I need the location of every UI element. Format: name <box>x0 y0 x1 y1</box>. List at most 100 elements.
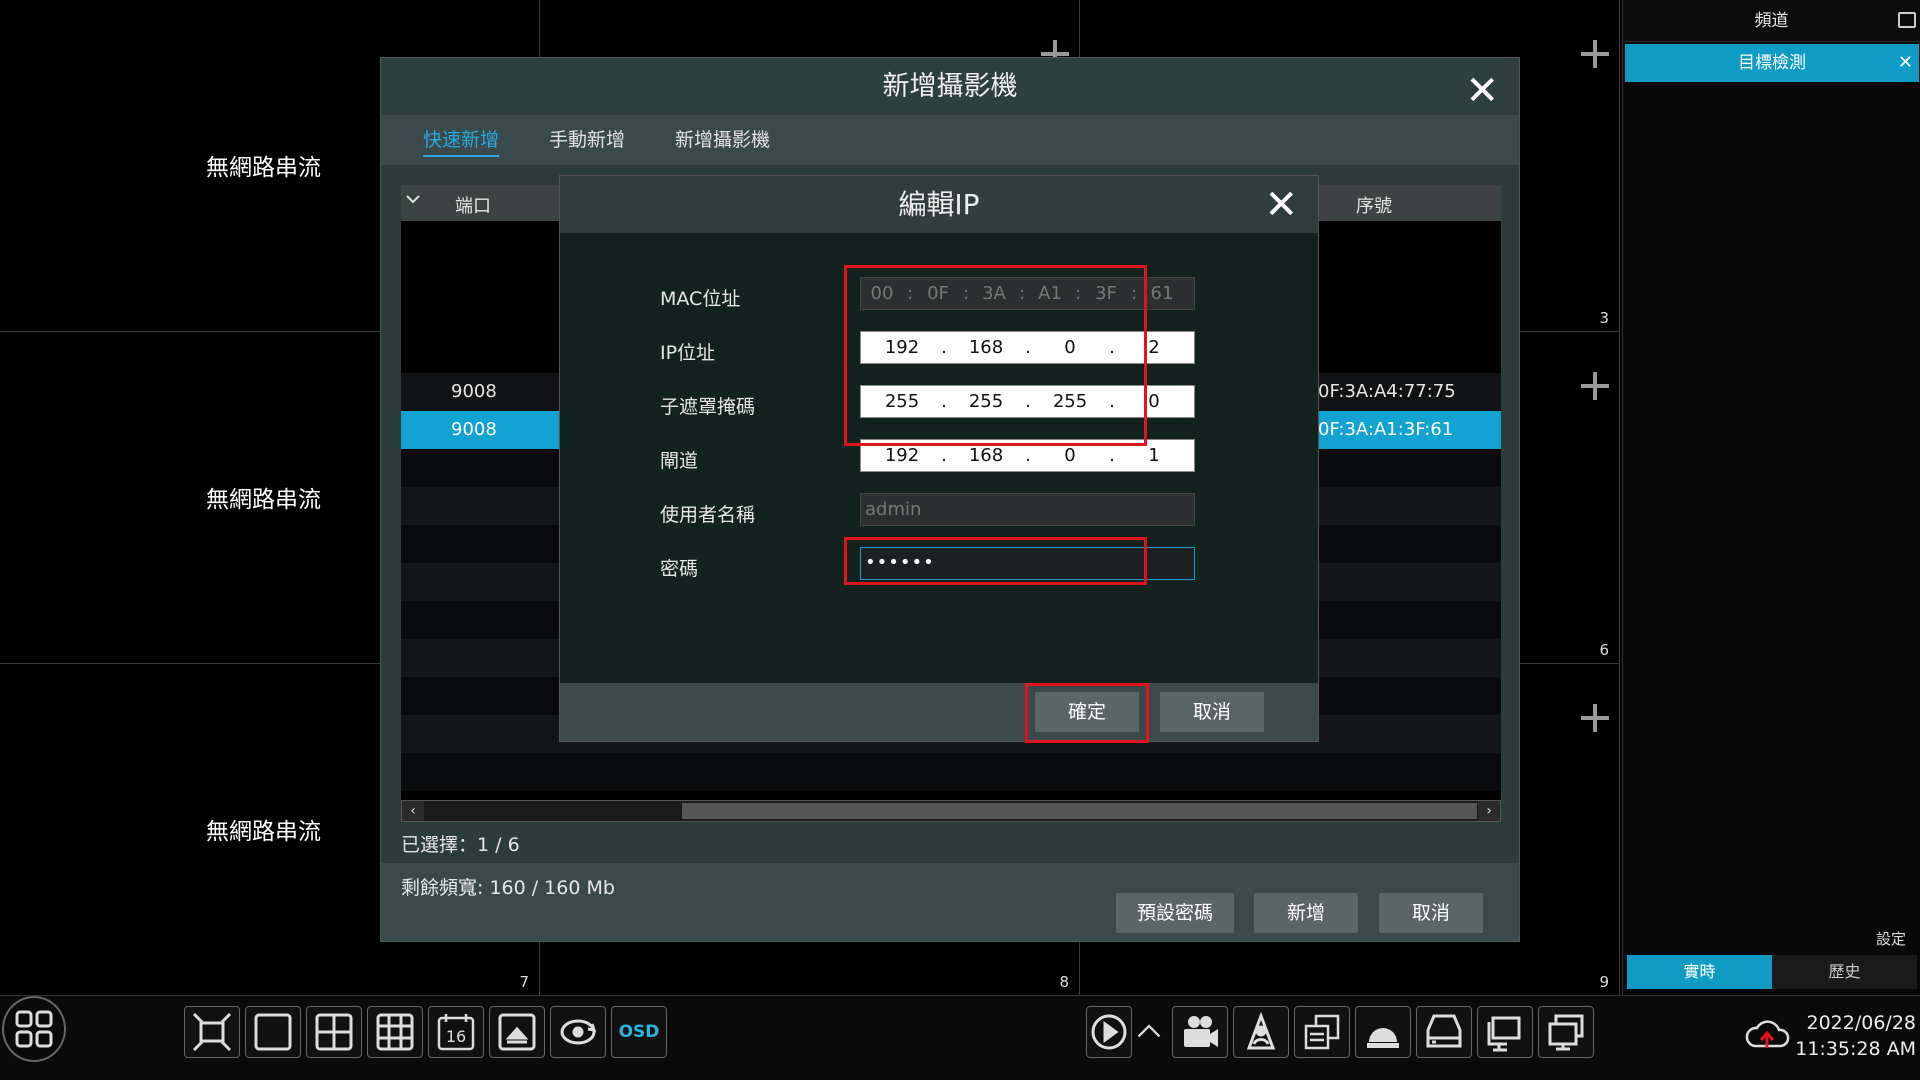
ip-label: IP位址 <box>660 342 716 364</box>
fullscreen-button[interactable] <box>184 1006 240 1058</box>
layout-1-button[interactable] <box>245 1006 301 1058</box>
disk-button[interactable] <box>1416 1006 1472 1058</box>
column-header-serial[interactable]: 序號 <box>1356 192 1392 218</box>
add-button[interactable]: 新增 <box>1254 893 1358 933</box>
gateway-label: 閘道 <box>660 450 699 472</box>
fullscreen-icon <box>192 1012 232 1052</box>
realtime-button[interactable]: 實時 <box>1627 955 1772 989</box>
chevron-up-icon <box>1137 1024 1161 1038</box>
channel-number: 7 <box>519 973 529 991</box>
cancel-button[interactable]: 取消 <box>1160 692 1264 732</box>
close-icon[interactable]: ✕ <box>1898 44 1913 82</box>
highlight-password-field <box>844 537 1147 585</box>
ip-separator: . <box>1109 445 1115 466</box>
horizontal-scrollbar[interactable]: ‹ › <box>401 800 1501 822</box>
time-text: 11:35:28 AM <box>1795 1038 1916 1060</box>
osd-button[interactable]: OSD <box>611 1006 667 1058</box>
row-mac: 0F:3A:A1:3F:61 <box>1318 419 1454 440</box>
highlight-network-fields <box>844 265 1147 446</box>
mac-label: MAC位址 <box>660 288 741 310</box>
gateway-segment[interactable]: 192 <box>867 445 937 466</box>
subnet-mask-label: 子遮罩掩碼 <box>660 396 756 418</box>
ip-separator: . <box>1025 445 1031 466</box>
layout-sixteen-icon: 16 <box>437 1014 475 1051</box>
mode-switch: 實時 歷史 <box>1627 955 1917 989</box>
bandwidth-text: 剩餘頻寬: 160 / 160 Mb <box>401 877 615 899</box>
cancel-button[interactable]: 取消 <box>1379 893 1483 933</box>
tab-target-detection[interactable]: 目標檢測 ✕ <box>1625 44 1919 82</box>
event-list-button[interactable] <box>1294 1006 1350 1058</box>
dome-light-icon <box>1367 1028 1399 1048</box>
tab-add-camera[interactable]: 新增攝影機 <box>675 115 770 165</box>
history-button[interactable]: 歷史 <box>1772 955 1917 989</box>
screens-icon <box>1304 1014 1340 1050</box>
add-camera-plus-icon[interactable] <box>1581 40 1609 68</box>
pip-button[interactable] <box>489 1006 545 1058</box>
selected-count: 已選擇：1 / 6 <box>401 834 520 856</box>
dialog-title: 新增攝影機 <box>381 58 1519 115</box>
expand-button[interactable] <box>1134 1006 1164 1058</box>
modal-footer: 確定 取消 <box>560 683 1318 741</box>
cloud-upload-icon[interactable] <box>1743 1014 1791 1054</box>
username-field: admin <box>860 493 1195 526</box>
gateway-segment[interactable]: 0 <box>1035 445 1105 466</box>
monitor-icon <box>1548 1014 1584 1051</box>
layout-16-button[interactable]: 16 <box>428 1006 484 1058</box>
layout-4-button[interactable] <box>306 1006 362 1058</box>
username-label: 使用者名稱 <box>660 504 756 526</box>
dialog-tabs: 快速新增 手動新增 新增攝影機 <box>381 115 1519 165</box>
dialog-footer: 剩餘頻寬: 160 / 160 Mb 預設密碼 新增 取消 <box>381 863 1519 941</box>
close-icon[interactable]: ✕ <box>1264 182 1298 228</box>
sequence-button[interactable] <box>550 1006 606 1058</box>
layout-quad-icon <box>315 1013 353 1051</box>
exit-icon[interactable] <box>1898 12 1916 28</box>
picture-in-picture-icon <box>498 1013 536 1051</box>
channel-number: 6 <box>1599 641 1609 659</box>
network-button[interactable] <box>1477 1006 1533 1058</box>
add-camera-plus-icon[interactable] <box>1581 704 1609 732</box>
scroll-right-icon[interactable]: › <box>1478 801 1500 821</box>
tab-quick-add[interactable]: 快速新增 <box>423 115 500 157</box>
grid-menu-icon <box>15 1010 53 1048</box>
modal-title: 編輯IP <box>560 176 1318 233</box>
bottom-toolbar: 16 OSD 2022/06/28 11:35:28 AM <box>0 995 1920 1080</box>
gateway-segment[interactable]: 168 <box>951 445 1021 466</box>
scrollbar-thumb[interactable] <box>682 803 1477 819</box>
row-port: 9008 <box>451 419 497 440</box>
alarm-button[interactable] <box>1233 1006 1289 1058</box>
channel-panel-header: 頻道 <box>1623 0 1920 42</box>
gateway-segment[interactable]: 1 <box>1119 445 1189 466</box>
add-camera-plus-icon[interactable] <box>1581 372 1609 400</box>
monitor-button[interactable] <box>1538 1006 1594 1058</box>
no-stream-label: 無網路串流 <box>206 819 321 845</box>
layout-9-button[interactable] <box>367 1006 423 1058</box>
camera-record-button[interactable] <box>1172 1006 1228 1058</box>
main-menu-button[interactable] <box>2 996 66 1062</box>
channel-panel-title: 頻道 <box>1754 11 1789 31</box>
settings-link[interactable]: 設定 <box>1876 928 1906 949</box>
channel-number: 8 <box>1059 973 1069 991</box>
date-text: 2022/06/28 <box>1806 1012 1916 1034</box>
cycle-icon <box>560 1019 597 1045</box>
chevron-down-icon[interactable] <box>405 191 421 212</box>
scroll-left-icon[interactable]: ‹ <box>402 801 424 821</box>
channel-number: 3 <box>1599 309 1609 327</box>
network-icon <box>1487 1016 1521 1052</box>
no-stream-label: 無網路串流 <box>206 155 321 181</box>
mac-segment: 61 <box>1150 283 1174 304</box>
row-port: 9008 <box>451 381 497 402</box>
highlight-ok-button <box>1025 683 1149 743</box>
ip-separator: . <box>941 445 947 466</box>
edit-ip-modal: 編輯IP ✕ MAC位址 00 : 0F : 3A : A1 : 3F : 61… <box>559 175 1319 743</box>
close-icon[interactable]: ✕ <box>1465 68 1499 114</box>
light-button[interactable] <box>1355 1006 1411 1058</box>
video-camera-icon <box>1184 1016 1218 1047</box>
tab-manual-add[interactable]: 手動新增 <box>549 115 625 165</box>
list-item <box>401 753 1501 791</box>
channel-number: 9 <box>1599 973 1609 991</box>
datetime-display: 2022/06/28 11:35:28 AM <box>1795 1010 1916 1062</box>
layout-sixteen-label: 16 <box>446 1027 466 1046</box>
default-password-button[interactable]: 預設密碼 <box>1116 893 1234 933</box>
column-header-port[interactable]: 端口 <box>455 192 491 218</box>
playback-button[interactable] <box>1086 1006 1132 1058</box>
